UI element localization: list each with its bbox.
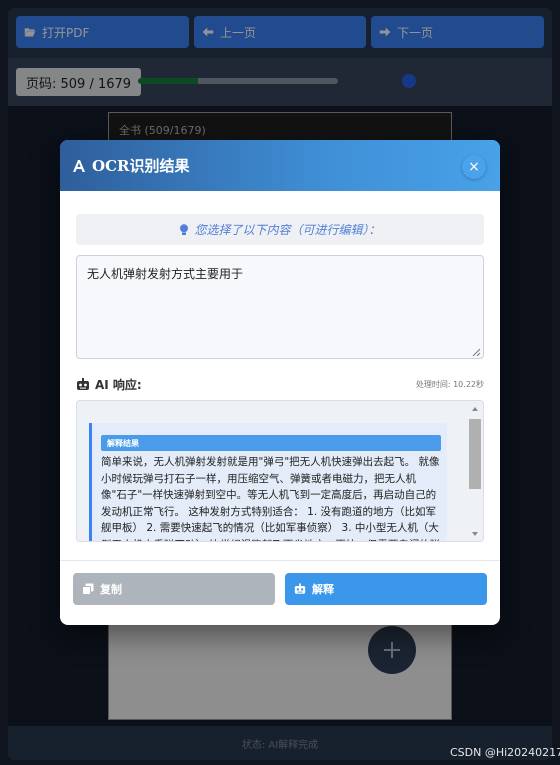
scroll-up-icon[interactable] xyxy=(472,407,478,411)
footer-divider xyxy=(60,560,500,561)
scroll-down-icon[interactable] xyxy=(472,532,478,536)
explain-button-label: 解释 xyxy=(312,583,334,596)
ocr-text-input[interactable]: 无人机弹射发射方式主要用于 xyxy=(76,255,484,359)
ai-response-panel[interactable]: 解释结果 简单来说，无人机弹射发射就是用"弹弓"把无人机快速弹出去起飞。 就像小… xyxy=(76,400,484,542)
response-badge: 解释结果 xyxy=(101,435,441,451)
lightbulb-icon xyxy=(180,223,189,235)
selection-hint: 您选择了以下内容（可进行编辑）： xyxy=(76,214,484,245)
copy-button-label: 复制 xyxy=(100,583,122,596)
copy-button[interactable]: 复制 xyxy=(73,573,275,605)
scrollbar-thumb[interactable] xyxy=(469,419,481,489)
explain-button[interactable]: 解释 xyxy=(285,573,487,605)
processing-time: 处理时间: 10.22秒 xyxy=(415,380,484,389)
response-text: 简单来说，无人机弹射发射就是用"弹弓"把无人机快速弹出去起飞。 就像小时候玩弹弓… xyxy=(101,456,440,541)
dialog-title: OCR识别结果 xyxy=(92,157,190,175)
copy-icon xyxy=(82,583,94,595)
resize-handle-icon[interactable] xyxy=(472,348,481,357)
ai-response-label: AI 响应: xyxy=(95,378,142,392)
ai-response-card: 解释结果 简单来说，无人机弹射发射就是用"弹弓"把无人机快速弹出去起飞。 就像小… xyxy=(89,423,447,541)
ai-response-heading: AI 响应: xyxy=(76,376,142,393)
response-scrollbar[interactable] xyxy=(468,405,482,539)
close-button[interactable]: × xyxy=(462,155,486,179)
robot-icon xyxy=(77,378,89,390)
robot-icon xyxy=(294,583,306,594)
dialog-header: OCR识别结果 × xyxy=(60,140,500,191)
selection-hint-text: 您选择了以下内容（可进行编辑）： xyxy=(194,223,381,237)
watermark: CSDN @Hi20240217 xyxy=(450,746,560,759)
ocr-result-dialog: OCR识别结果 × 您选择了以下内容（可进行编辑）： 无人机弹射发射方式主要用于… xyxy=(60,140,500,625)
font-icon xyxy=(73,159,85,172)
